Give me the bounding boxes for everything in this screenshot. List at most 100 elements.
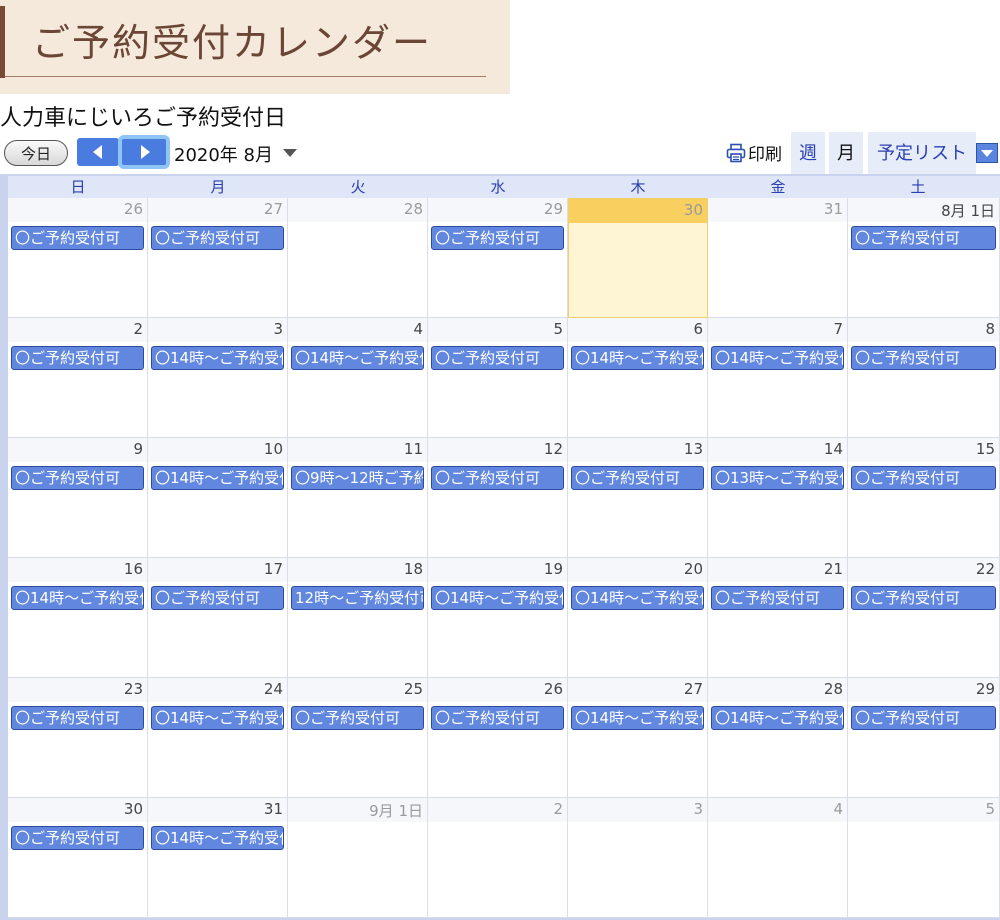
day-cell[interactable]: 27 〇14時～ご予約受付可 [568, 678, 708, 798]
day-number[interactable]: 27 [684, 680, 703, 698]
day-number[interactable]: 18 [404, 560, 423, 578]
event-chip[interactable]: 〇ご予約受付可 [431, 706, 564, 730]
event-chip[interactable]: 〇14時～ご予約受付可 [711, 706, 844, 730]
day-number[interactable]: 9月 1日 [369, 800, 423, 821]
day-cell[interactable]: 26 〇ご予約受付可 [8, 198, 148, 318]
day-cell[interactable]: 25 〇ご予約受付可 [288, 678, 428, 798]
day-number[interactable]: 6 [693, 320, 703, 338]
day-number[interactable]: 7 [833, 320, 843, 338]
day-number[interactable]: 10 [264, 440, 283, 458]
day-cell[interactable]: 4 〇14時～ご予約受付可 [288, 318, 428, 438]
day-number[interactable]: 8 [985, 320, 995, 338]
day-cell[interactable]: 29 〇ご予約受付可 [848, 678, 1000, 798]
day-number[interactable]: 31 [824, 200, 843, 218]
day-number[interactable]: 28 [824, 680, 843, 698]
event-chip[interactable]: 〇ご予約受付可 [851, 226, 996, 250]
day-number[interactable]: 29 [976, 680, 995, 698]
event-chip[interactable]: 〇ご予約受付可 [11, 706, 144, 730]
day-number[interactable]: 30 [684, 201, 703, 219]
tab-month[interactable]: 月 [829, 132, 863, 174]
day-cell[interactable]: 3 〇14時～ご予約受付可 [148, 318, 288, 438]
day-number[interactable]: 9 [133, 440, 143, 458]
tab-week[interactable]: 週 [791, 132, 825, 174]
day-number[interactable]: 2 [133, 320, 143, 338]
day-number[interactable]: 5 [985, 800, 995, 818]
day-number[interactable]: 19 [544, 560, 563, 578]
today-button[interactable]: 今日 [4, 140, 68, 166]
day-number[interactable]: 12 [544, 440, 563, 458]
event-chip[interactable]: 〇ご予約受付可 [291, 706, 424, 730]
day-number[interactable]: 8月 1日 [941, 200, 995, 221]
day-number[interactable]: 14 [824, 440, 843, 458]
event-chip[interactable]: 〇ご予約受付可 [151, 226, 284, 250]
view-options-dropdown[interactable] [976, 143, 998, 163]
day-number[interactable]: 2 [553, 800, 563, 818]
day-number[interactable]: 30 [124, 800, 143, 818]
day-number[interactable]: 11 [404, 440, 423, 458]
event-chip[interactable]: 〇14時～ご予約受付可 [151, 826, 284, 850]
event-chip[interactable]: 〇ご予約受付可 [431, 466, 564, 490]
day-cell[interactable]: 9 〇ご予約受付可 [8, 438, 148, 558]
day-number[interactable]: 16 [124, 560, 143, 578]
event-chip[interactable]: 〇14時～ご予約受付可 [571, 586, 704, 610]
day-cell[interactable]: 3 [568, 798, 708, 918]
day-number[interactable]: 17 [264, 560, 283, 578]
event-chip[interactable]: 〇ご予約受付可 [11, 826, 144, 850]
print-button[interactable]: 印刷 [726, 140, 782, 166]
day-number[interactable]: 20 [684, 560, 703, 578]
day-cell[interactable]: 5 [848, 798, 1000, 918]
event-chip[interactable]: 〇ご予約受付可 [851, 586, 996, 610]
event-chip[interactable]: 〇14時～ご予約受付可 [151, 346, 284, 370]
event-chip[interactable]: 〇14時～ご予約受付可 [711, 346, 844, 370]
day-number[interactable]: 3 [273, 320, 283, 338]
day-cell[interactable]: 2 〇ご予約受付可 [8, 318, 148, 438]
next-month-button[interactable] [118, 135, 170, 169]
day-number[interactable]: 26 [544, 680, 563, 698]
day-cell[interactable]: 30 [568, 198, 708, 318]
event-chip[interactable]: 〇14時～ご予約受付可 [11, 586, 144, 610]
day-cell[interactable]: 24 〇14時～ご予約受付可 [148, 678, 288, 798]
day-cell[interactable]: 4 [708, 798, 848, 918]
day-cell[interactable]: 26 〇ご予約受付可 [428, 678, 568, 798]
day-number[interactable]: 3 [693, 800, 703, 818]
day-cell[interactable]: 31 [708, 198, 848, 318]
day-cell[interactable]: 5 〇ご予約受付可 [428, 318, 568, 438]
day-number[interactable]: 4 [833, 800, 843, 818]
day-cell[interactable]: 27 〇ご予約受付可 [148, 198, 288, 318]
event-chip[interactable]: 〇14時～ご予約受付可 [571, 706, 704, 730]
event-chip[interactable]: 〇ご予約受付可 [431, 346, 564, 370]
day-cell[interactable]: 8 〇ご予約受付可 [848, 318, 1000, 438]
day-cell[interactable]: 6 〇14時～ご予約受付可 [568, 318, 708, 438]
day-number[interactable]: 28 [404, 200, 423, 218]
day-cell[interactable]: 8月 1日〇ご予約受付可 [848, 198, 1000, 318]
day-cell[interactable]: 17 〇ご予約受付可 [148, 558, 288, 678]
day-cell[interactable]: 30 〇ご予約受付可 [8, 798, 148, 918]
event-chip[interactable]: 〇13時～ご予約受付可 [711, 466, 844, 490]
day-number[interactable]: 5 [553, 320, 563, 338]
day-number[interactable]: 26 [124, 200, 143, 218]
event-chip[interactable]: 〇ご予約受付可 [851, 346, 996, 370]
event-chip[interactable]: 〇ご予約受付可 [11, 346, 144, 370]
day-number[interactable]: 29 [544, 200, 563, 218]
day-cell[interactable]: 19 〇14時～ご予約受付可 [428, 558, 568, 678]
day-cell[interactable]: 23 〇ご予約受付可 [8, 678, 148, 798]
event-chip[interactable]: 〇ご予約受付可 [11, 226, 144, 250]
day-number[interactable]: 4 [413, 320, 423, 338]
event-chip[interactable]: 〇ご予約受付可 [711, 586, 844, 610]
day-cell[interactable]: 2 [428, 798, 568, 918]
day-number[interactable]: 21 [824, 560, 843, 578]
day-cell[interactable]: 18 12時～ご予約受付可 [288, 558, 428, 678]
day-cell[interactable]: 10 〇14時～ご予約受付可 [148, 438, 288, 558]
day-cell[interactable]: 28 〇14時～ご予約受付可 [708, 678, 848, 798]
day-cell[interactable]: 7 〇14時～ご予約受付可 [708, 318, 848, 438]
day-cell[interactable]: 22 〇ご予約受付可 [848, 558, 1000, 678]
event-chip[interactable]: 〇14時～ご予約受付可 [291, 346, 424, 370]
event-chip[interactable]: 〇ご予約受付可 [851, 466, 996, 490]
event-chip[interactable]: 〇ご予約受付可 [11, 466, 144, 490]
month-picker-caret-icon[interactable] [283, 149, 297, 157]
day-cell[interactable]: 20 〇14時～ご予約受付可 [568, 558, 708, 678]
day-cell[interactable]: 16 〇14時～ご予約受付可 [8, 558, 148, 678]
day-cell[interactable]: 29 〇ご予約受付可 [428, 198, 568, 318]
day-cell[interactable]: 28 [288, 198, 428, 318]
day-cell[interactable]: 14 〇13時～ご予約受付可 [708, 438, 848, 558]
